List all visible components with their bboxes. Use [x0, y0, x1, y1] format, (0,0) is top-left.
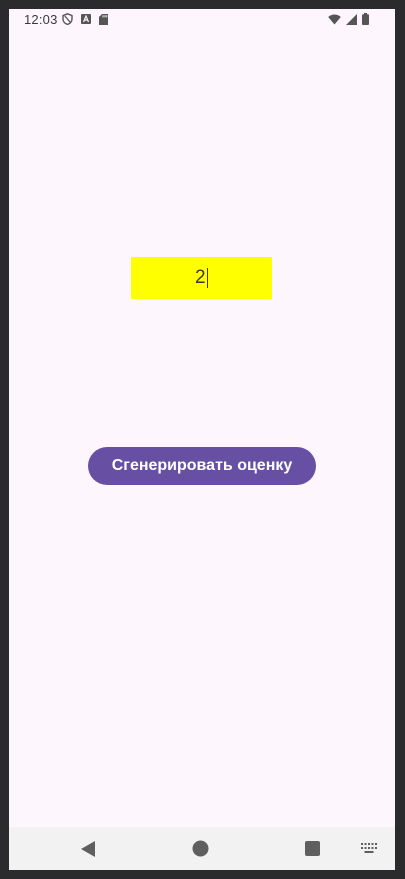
status-notification-icons	[62, 13, 108, 25]
cellular-signal-icon	[346, 13, 357, 25]
battery-icon	[362, 13, 369, 25]
recents-icon[interactable]	[305, 841, 320, 856]
text-cursor	[206, 268, 209, 288]
generate-grade-button[interactable]: Сгенерировать оценку	[88, 447, 316, 485]
shield-icon	[62, 13, 73, 25]
font-a-icon	[81, 14, 91, 24]
status-bar: 12:03	[9, 9, 395, 33]
home-icon[interactable]	[192, 840, 209, 857]
status-system-icons	[328, 13, 369, 25]
navigation-bar	[9, 827, 395, 870]
status-time: 12:03	[24, 12, 58, 27]
app-screen: 12:03 2 Сгенерировать оценку	[9, 9, 395, 870]
back-icon[interactable]	[81, 841, 95, 857]
grade-value: 2	[194, 267, 206, 288]
wifi-icon	[328, 13, 341, 25]
sd-card-icon	[99, 13, 108, 25]
keyboard-icon[interactable]	[361, 843, 377, 854]
grade-display-field[interactable]: 2	[131, 257, 272, 299]
